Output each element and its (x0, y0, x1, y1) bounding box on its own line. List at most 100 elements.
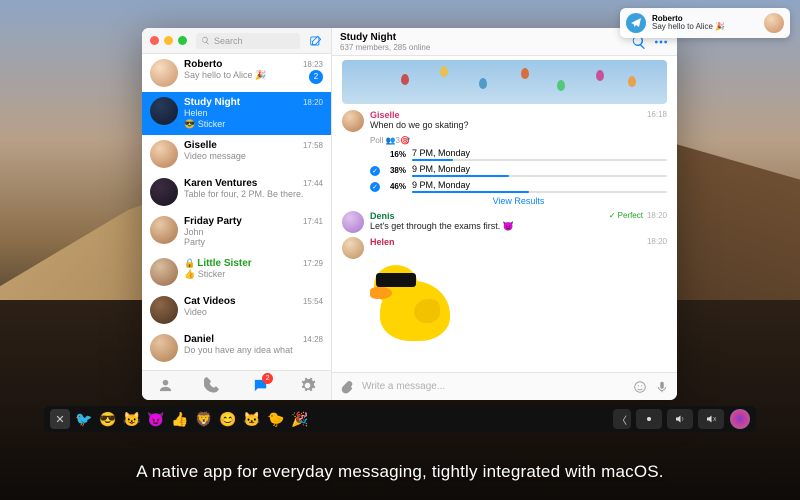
chat-list-item[interactable]: Friday Party17:41JohnParty (142, 211, 331, 254)
touchbar-siri[interactable] (730, 409, 750, 429)
conversation-panel: Study Night 637 members, 285 online 16:1… (332, 28, 677, 400)
chat-name: Roberto (184, 59, 222, 70)
chat-time: 15:54 (303, 297, 323, 306)
poll-percent: 16% (386, 150, 406, 159)
touch-bar: ✕ 🐦😎😺😈👍🦁😊🐱🐤🎉 〈 (44, 406, 756, 432)
poll-subtitle: Poll 👥3🎯 (370, 136, 667, 145)
touchbar-sticker[interactable]: 😎 (97, 409, 119, 429)
notification-avatar (764, 13, 784, 33)
tab-chats[interactable]: 2 (249, 375, 271, 397)
touchbar-sticker[interactable]: 🐤 (265, 409, 287, 429)
message-time: 16:18 (647, 110, 667, 119)
avatar (150, 334, 178, 362)
tab-contacts[interactable] (155, 375, 177, 397)
close-window[interactable] (150, 36, 159, 45)
chat-list-item[interactable]: Study Night18:20Helen😎 Sticker (142, 92, 331, 135)
poll-question: When do we go skating? (370, 120, 667, 130)
check-icon: ✓ (370, 166, 380, 176)
search-icon (201, 36, 210, 45)
touchbar-sticker[interactable]: 🎉 (289, 409, 311, 429)
message-input-bar (332, 372, 677, 400)
titlebar: Search (142, 28, 331, 54)
message-list: 16:18 Giselle When do we go skating? Pol… (332, 56, 677, 372)
touchbar-sticker[interactable]: 😊 (217, 409, 239, 429)
poll-option[interactable]: ✓ 38% 9 PM, Monday (370, 164, 667, 177)
touchbar-sticker[interactable]: 👍 (169, 409, 191, 429)
marketing-caption: A native app for everyday messaging, tig… (0, 462, 800, 482)
app-window: Search Roberto18:23Say hello to Alice 🎉2… (142, 28, 677, 400)
avatar (150, 178, 178, 206)
avatar (150, 140, 178, 168)
chat-list-item[interactable]: Daniel14:28Do you have any idea what (142, 329, 331, 367)
maximize-window[interactable] (178, 36, 187, 45)
message-time: 18:20 (647, 237, 667, 246)
avatar (342, 237, 364, 259)
chat-list-item[interactable]: Giselle17:58Video message (142, 135, 331, 173)
touchbar-mute[interactable] (698, 409, 724, 429)
chat-list-item[interactable]: Karen Ventures 17:44Table for four, 2 PM.… (142, 173, 331, 211)
chat-list-item[interactable]: 🔒Little Sister 17:29👍 Sticker (142, 253, 331, 291)
poll-body: Poll 👥3🎯 16%7 PM, Monday ✓ 38% 9 PM, Monday… (370, 136, 667, 206)
poll-option[interactable]: ✓46%9 PM, Monday (370, 180, 667, 193)
duck-sticker[interactable] (370, 263, 460, 353)
chat-preview: Table for four, 2 PM. Be there. (184, 189, 323, 200)
message-text: Let's get through the exams first. 😈 (370, 221, 667, 232)
avatar (150, 258, 178, 286)
message-input[interactable] (362, 381, 625, 392)
system-notification[interactable]: Roberto Say hello to Alice 🎉 (620, 8, 790, 38)
conversation-subtitle: 637 members, 285 online (340, 43, 625, 52)
message-poll: 16:18 Giselle When do we go skating? (342, 110, 667, 132)
message-sender: Helen (370, 237, 667, 247)
chat-time: 17:44 (303, 179, 323, 188)
notification-text: Roberto Say hello to Alice 🎉 (652, 15, 758, 31)
message: 18:20 ✓ Perfect Denis Let's get through … (342, 211, 667, 233)
poll-percent: 38% (386, 166, 406, 175)
chat-name: Karen Ventures (184, 178, 257, 189)
avatar (150, 59, 178, 87)
touchbar-sticker[interactable]: 😈 (145, 409, 167, 429)
touchbar-expand[interactable]: 〈 (613, 409, 631, 429)
view-results-button[interactable]: View Results (370, 196, 667, 206)
sidebar: Search Roberto18:23Say hello to Alice 🎉2… (142, 28, 332, 400)
attach-icon[interactable] (340, 380, 354, 394)
chat-preview: 👍 Sticker (184, 269, 323, 280)
touchbar-volume[interactable] (667, 409, 693, 429)
chat-list-item[interactable]: Roberto18:23Say hello to Alice 🎉2 (142, 54, 331, 92)
chat-time: 17:58 (303, 141, 323, 150)
chat-preview: JohnParty (184, 227, 323, 249)
emoji-icon[interactable] (633, 380, 647, 394)
chat-name: Study Night (184, 97, 240, 108)
touchbar-sticker[interactable]: 🐦 (73, 409, 95, 429)
shared-image[interactable] (342, 60, 667, 104)
touchbar-sticker[interactable]: 😺 (121, 409, 143, 429)
touchbar-sticker[interactable]: 🐱 (241, 409, 263, 429)
message-sticker: 18:20 Helen (342, 237, 667, 259)
avatar (150, 97, 178, 125)
chat-time: 18:20 (303, 98, 323, 107)
message-time: 18:20 (647, 211, 667, 220)
message-sender: Giselle (370, 110, 667, 120)
touchbar-close[interactable]: ✕ (50, 409, 70, 429)
message-status: ✓ Perfect (609, 211, 643, 220)
chat-list-item[interactable]: Cat Videos15:54Video (142, 291, 331, 329)
chat-name: Daniel (184, 334, 214, 345)
chat-time: 18:23 (303, 60, 323, 69)
minimize-window[interactable] (164, 36, 173, 45)
check-icon: ✓ (370, 182, 380, 192)
search-input[interactable]: Search (196, 33, 300, 49)
compose-button[interactable] (309, 34, 323, 48)
chat-preview: Video message (184, 151, 323, 162)
tab-calls[interactable] (202, 375, 224, 397)
poll-label: 9 PM, Monday (412, 164, 667, 174)
touchbar-brightness[interactable] (636, 409, 662, 429)
tab-settings[interactable] (296, 375, 318, 397)
bottom-tabs: 2 (142, 370, 331, 400)
chat-list: Roberto18:23Say hello to Alice 🎉2Study N… (142, 54, 331, 370)
poll-option[interactable]: 16%7 PM, Monday (370, 148, 667, 161)
chat-name: Cat Videos (184, 296, 236, 307)
touchbar-sticker[interactable]: 🦁 (193, 409, 215, 429)
chat-time: 17:29 (303, 259, 323, 268)
avatar (342, 110, 364, 132)
mic-icon[interactable] (655, 380, 669, 394)
chat-name: 🔒Little Sister (184, 258, 252, 269)
